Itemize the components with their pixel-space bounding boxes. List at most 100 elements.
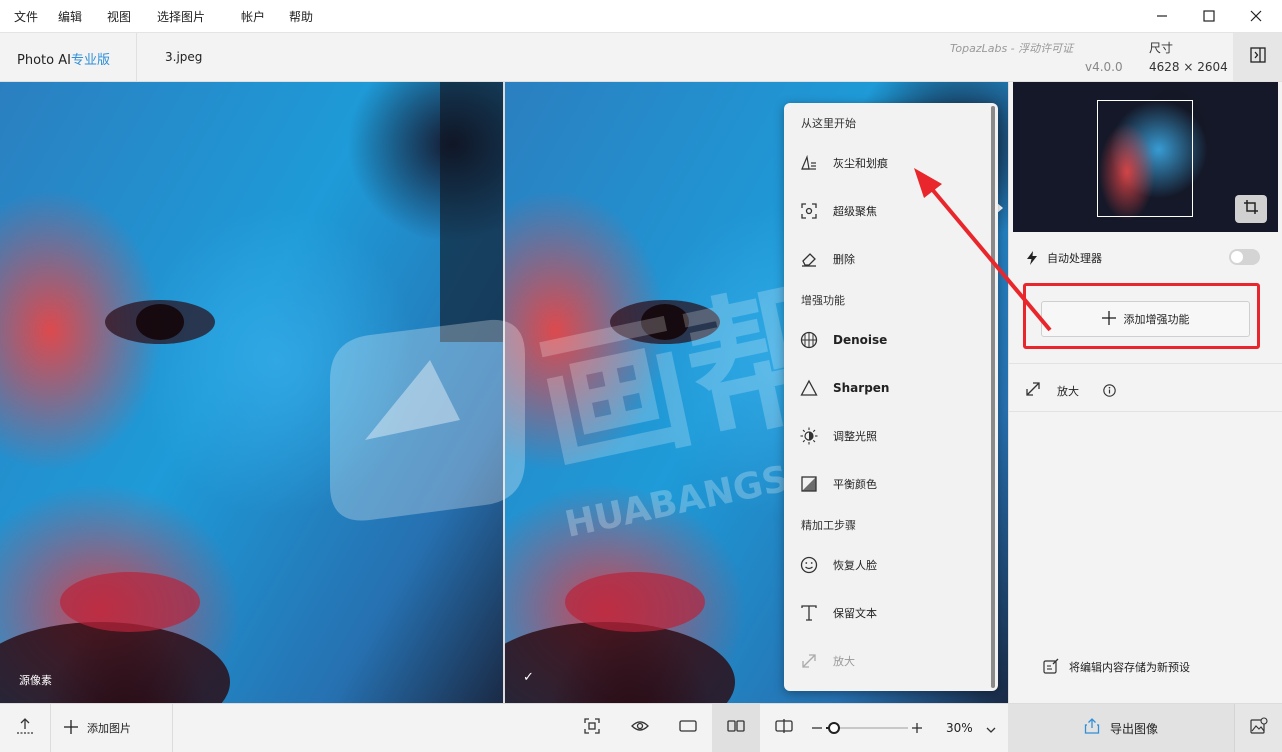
crop-icon [1243, 199, 1259, 219]
focus-icon [800, 202, 818, 220]
single-view-icon [679, 717, 697, 739]
eye-icon [631, 717, 649, 739]
navigator-thumbnail[interactable] [1013, 82, 1278, 232]
menu-item-label: 超级聚焦 [833, 205, 877, 218]
maximize-button[interactable] [1186, 0, 1232, 32]
export-label: 导出图像 [1109, 721, 1158, 736]
app-edition: 专业版 [70, 53, 110, 68]
menu-scrollbar[interactable] [991, 106, 995, 688]
dust-scratch-icon [800, 154, 818, 172]
menu-help[interactable]: 帮助 [289, 8, 313, 25]
zoom-out-icon[interactable] [811, 720, 823, 739]
menu-item-label: 保留文本 [833, 607, 877, 620]
focus-frame-icon [583, 717, 601, 739]
image-settings-icon [1249, 717, 1268, 739]
zoom-in-icon[interactable] [911, 720, 923, 739]
eraser-icon [800, 250, 818, 268]
toolbar-divider [172, 704, 173, 752]
size-label: 尺寸 [1149, 41, 1174, 55]
split-view-icon [775, 717, 793, 739]
menu-item-dust-scratch[interactable]: 灰尘和划痕 [784, 145, 988, 181]
menu-item-sharpen[interactable]: Sharpen [784, 370, 988, 406]
menu-item-label: 灰尘和划痕 [833, 157, 888, 170]
menu-item-label: Sharpen [833, 381, 890, 395]
menu-item-upscale[interactable]: 放大 [784, 643, 988, 679]
add-enhancement-menu: 从这里开始 灰尘和划痕 超级聚焦 删除 增强功能 Denoise Sharpen… [784, 103, 998, 691]
side-by-side-icon [727, 717, 745, 739]
menu-view[interactable]: 视图 [107, 8, 131, 25]
export-button[interactable]: 导出图像 [1008, 704, 1234, 752]
section-start-here: 从这里开始 [801, 117, 856, 130]
header-divider [136, 33, 137, 81]
menu-item-preserve-text[interactable]: 保留文本 [784, 595, 988, 631]
menu-item-remove[interactable]: 删除 [784, 241, 988, 277]
menubar: 文件 编辑 视图 选择图片 帐户 帮助 [0, 0, 1282, 32]
menu-file[interactable]: 文件 [14, 8, 38, 25]
plus-icon [1101, 310, 1116, 329]
viewport-rectangle[interactable] [1097, 100, 1193, 217]
single-view-button[interactable] [666, 704, 710, 752]
file-name-tab[interactable]: 3.jpeg [165, 50, 202, 64]
bolt-icon [1027, 250, 1037, 269]
minimize-button[interactable] [1139, 0, 1185, 32]
export-settings-button[interactable] [1234, 704, 1282, 752]
add-image-button[interactable]: 添加图片 [64, 704, 144, 752]
side-by-side-view-button[interactable] [712, 704, 760, 752]
panel-toggle-icon [1249, 47, 1266, 67]
upscale-icon [800, 652, 818, 670]
zoom-value[interactable]: 30% [946, 721, 973, 735]
close-icon [1250, 7, 1262, 26]
menu-item-label: 平衡颜色 [833, 478, 877, 491]
upload-button[interactable] [0, 704, 50, 752]
menu-item-label: 删除 [833, 253, 855, 266]
menu-account[interactable]: 帐户 [241, 8, 265, 25]
save-preset-icon [1043, 658, 1059, 678]
info-icon[interactable] [1103, 382, 1116, 401]
autopilot-label: 自动处理器 [1047, 252, 1102, 265]
maximize-icon [1203, 7, 1215, 26]
add-enhancement-label: 添加增强功能 [1123, 313, 1190, 326]
menu-item-denoise[interactable]: Denoise [784, 322, 988, 358]
app-title: Photo AI专业版 [17, 49, 110, 68]
save-preset-button[interactable]: 将编辑内容存储为新预设 [1043, 656, 1273, 676]
section-finishing: 精加工步骤 [801, 519, 856, 532]
autopilot-toggle[interactable] [1229, 249, 1260, 265]
split-view-button[interactable] [762, 704, 806, 752]
crop-button[interactable] [1235, 195, 1267, 223]
menu-item-super-focus[interactable]: 超级聚焦 [784, 193, 988, 229]
chevron-down-icon[interactable] [985, 721, 997, 740]
text-icon [800, 604, 818, 622]
toolbar-divider [50, 704, 51, 752]
zoom-slider[interactable] [826, 722, 908, 734]
light-icon [800, 427, 818, 445]
upscale-label: 放大 [1057, 385, 1079, 398]
header-bar: Photo AI专业版 3.jpeg TopazLabs - 浮动许可证 v4.… [0, 32, 1282, 82]
add-image-label: 添加图片 [87, 722, 131, 735]
menu-edit[interactable]: 编辑 [58, 8, 82, 25]
panel-divider [1009, 411, 1282, 412]
export-icon [1084, 718, 1100, 738]
color-balance-icon [800, 475, 818, 493]
original-image-pane[interactable]: 源像素 [0, 82, 503, 703]
menu-item-balance-color[interactable]: 平衡颜色 [784, 466, 988, 502]
menu-item-label: 调整光照 [833, 430, 877, 443]
menu-item-adjust-lighting[interactable]: 调整光照 [784, 418, 988, 454]
menu-item-restore-face[interactable]: 恢复人脸 [784, 547, 988, 583]
zoom-slider-knob[interactable] [828, 722, 840, 734]
menu-select-image[interactable]: 选择图片 [157, 8, 205, 25]
close-button[interactable] [1233, 0, 1279, 32]
preview-button[interactable] [618, 704, 662, 752]
original-photo-shapes [0, 82, 503, 703]
plus-icon [64, 719, 78, 738]
section-enhancements: 增强功能 [801, 294, 845, 307]
resize-icon [1025, 381, 1041, 401]
face-detect-button[interactable] [570, 704, 614, 752]
bottom-toolbar: 添加图片 30% 导出图像 [0, 703, 1282, 752]
toggle-knob [1231, 251, 1243, 263]
toggle-panel-button[interactable] [1233, 33, 1282, 81]
upscale-row[interactable]: 放大 [1009, 368, 1282, 410]
size-value: 4628 × 2604 [1149, 60, 1228, 74]
version-text: v4.0.0 [1085, 60, 1123, 74]
menu-item-label: 恢复人脸 [833, 559, 877, 572]
add-enhancement-button[interactable]: 添加增强功能 [1041, 301, 1250, 337]
